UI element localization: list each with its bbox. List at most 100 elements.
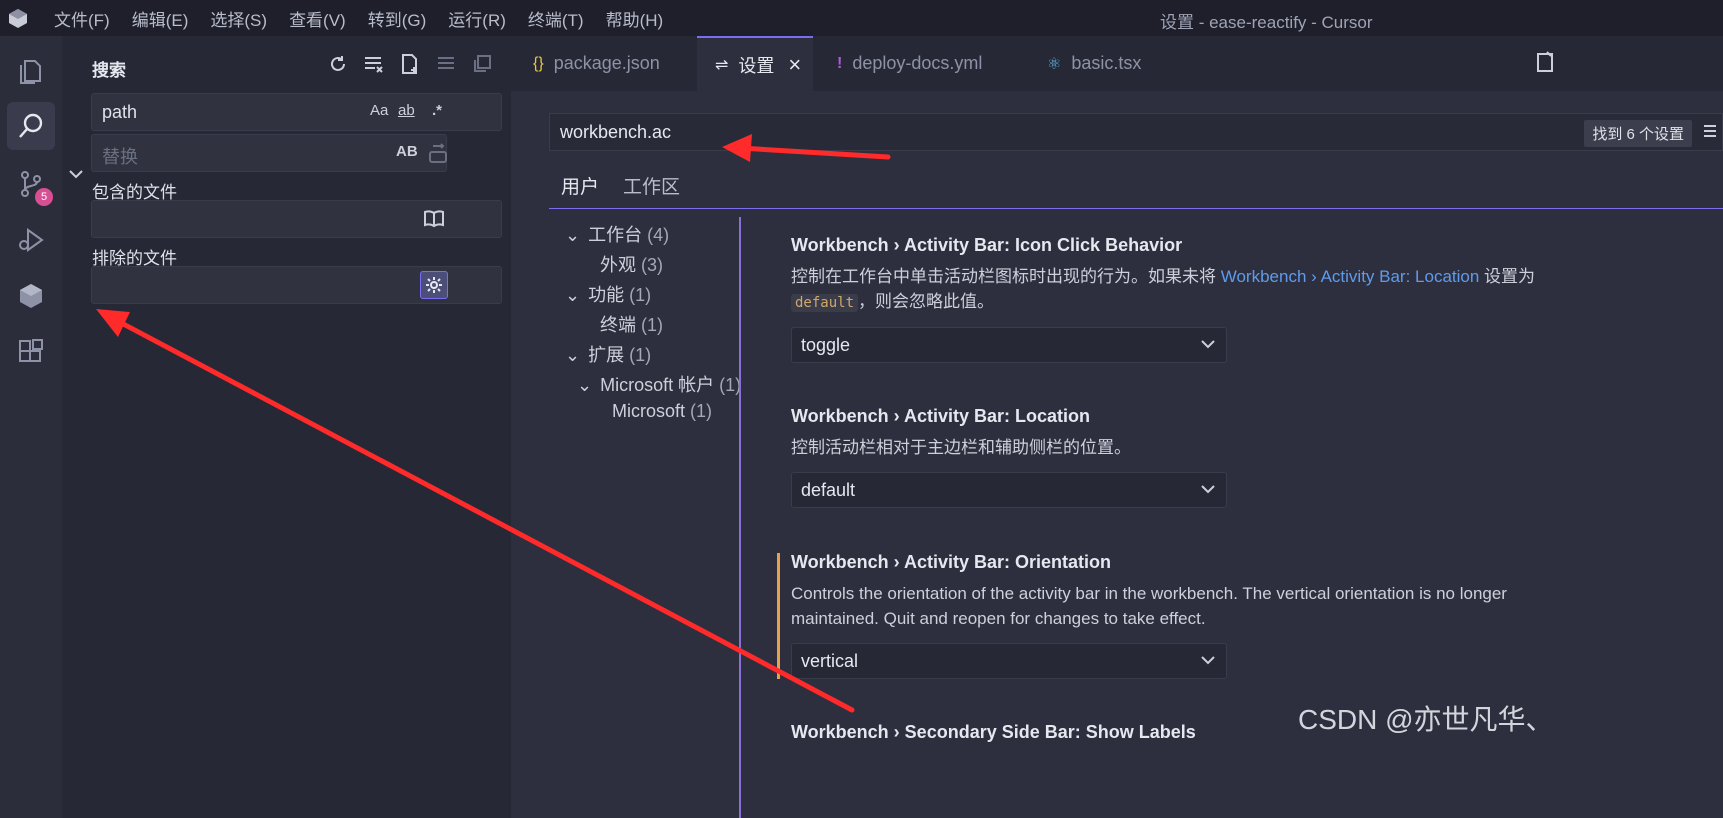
menu-view[interactable]: 查看(V): [289, 6, 346, 31]
use-regex-toggle[interactable]: .*: [432, 102, 442, 119]
menu-help[interactable]: 帮助(H): [606, 6, 664, 31]
tab-package-json[interactable]: {} package.json: [511, 36, 697, 91]
settings-sliders-icon: ⇌: [715, 56, 729, 74]
explorer-icon[interactable]: [7, 46, 55, 94]
menu-run[interactable]: 运行(R): [448, 6, 506, 31]
chevron-down-icon: [1200, 481, 1216, 502]
icon-click-behavior-select[interactable]: toggle: [791, 327, 1227, 363]
json-braces-icon: {}: [533, 54, 544, 72]
toc-count: (1): [641, 315, 664, 335]
tab-label: basic.tsx: [1071, 53, 1142, 73]
clear-results-icon[interactable]: [356, 50, 392, 78]
run-debug-icon[interactable]: [7, 216, 55, 264]
activity-bar-orientation-select[interactable]: vertical: [791, 643, 1227, 679]
menu-bar: 文件(F) 编辑(E) 选择(S) 查看(V) 转到(G) 运行(R) 终端(T…: [54, 6, 685, 31]
setting-icon-click-behavior: Workbench › Activity Bar: Icon Click Beh…: [791, 235, 1711, 316]
chevron-down-icon: [1200, 336, 1216, 357]
toc-count: (3): [641, 255, 664, 275]
csdn-watermark: CSDN @亦世凡华、: [1298, 704, 1554, 735]
toc-divider: [739, 217, 741, 818]
match-whole-word-toggle[interactable]: ab: [398, 102, 415, 119]
chevron-down-icon: [1200, 652, 1216, 673]
close-icon[interactable]: ×: [788, 52, 801, 78]
toc-count: (1): [629, 345, 652, 365]
code-value: default: [791, 294, 859, 312]
found-count-badge: 找到 6 个设置: [1584, 120, 1692, 147]
setting-link[interactable]: Workbench › Activity Bar: Location: [1221, 267, 1480, 286]
filter-list-icon[interactable]: [1702, 122, 1718, 145]
open-settings-json-icon[interactable]: [1531, 48, 1559, 76]
settings-scope-tabs: 用户 工作区: [549, 173, 1723, 209]
chevron-down-icon: ⌄: [565, 225, 581, 245]
react-atom-icon: ⚛: [1047, 55, 1062, 73]
chevron-down-icon: ⌄: [565, 345, 581, 365]
setting-description: Controls the orientation of the activity…: [791, 584, 1507, 628]
match-case-toggle[interactable]: Aa: [370, 102, 388, 119]
setting-title: Workbench › Activity Bar: Icon Click Beh…: [791, 235, 1183, 255]
toc-item-microsoft-account[interactable]: ⌄ Microsoft 帐户 (1): [577, 371, 741, 397]
replace-input[interactable]: 替换 AB: [91, 134, 447, 172]
desc-text: 设置为: [1479, 267, 1536, 286]
toc-label: 功能: [588, 285, 625, 305]
open-editors-book-icon[interactable]: [420, 205, 448, 233]
toc-item-terminal[interactable]: 终端 (1): [600, 311, 663, 337]
toc-label: 扩展: [588, 345, 625, 365]
chevron-down-icon: ⌄: [577, 375, 593, 395]
tab-user-scope[interactable]: 用户: [549, 173, 611, 209]
toc-label: 工作台: [588, 225, 643, 245]
toc-count: (4): [647, 225, 670, 245]
tab-label: 设置: [738, 55, 775, 76]
scm-badge: 5: [35, 188, 53, 206]
extensions-icon[interactable]: [7, 328, 55, 376]
select-value: default: [801, 480, 856, 500]
replace-all-icon[interactable]: [424, 140, 452, 168]
toc-count: (1): [629, 285, 652, 305]
menu-selection[interactable]: 选择(S): [210, 6, 267, 31]
use-exclude-settings-gear-icon[interactable]: [420, 271, 448, 299]
preserve-case-toggle[interactable]: AB: [396, 143, 418, 160]
toc-item-features[interactable]: ⌄ 功能 (1): [565, 281, 651, 307]
menu-edit[interactable]: 编辑(E): [132, 6, 189, 31]
toc-item-appearance[interactable]: 外观 (3): [600, 251, 663, 277]
toc-count: (1): [719, 375, 742, 395]
toc-label: Microsoft 帐户: [600, 375, 715, 395]
window-title: 设置 - ease-reactify - Cursor: [1160, 13, 1373, 32]
extension-box-icon[interactable]: [7, 272, 55, 320]
setting-title: Workbench › Activity Bar: Orientation: [791, 552, 1112, 572]
settings-search-input[interactable]: workbench.ac 找到 6 个设置: [549, 113, 1723, 151]
cursor-logo-icon: [4, 4, 32, 32]
setting-description: 控制活动栏相对于主边栏和辅助侧栏的位置。: [791, 438, 1131, 457]
menu-file[interactable]: 文件(F): [54, 6, 110, 31]
setting-activity-bar-orientation: Workbench › Activity Bar: Orientation Co…: [791, 552, 1581, 631]
select-value: toggle: [801, 335, 851, 355]
toggle-replace-chevron-icon[interactable]: [68, 166, 84, 187]
setting-secondary-side-bar-show-labels: Workbench › Secondary Side Bar: Show Lab…: [791, 722, 1711, 743]
activity-bar: 5: [0, 36, 62, 818]
tab-workspace-scope[interactable]: 工作区: [611, 173, 692, 209]
editor-tab-bar: {} package.json ⇌ 设置 × ! deploy-docs.yml…: [511, 36, 1723, 91]
search-sidebar: 搜索 path Aa ab .* 替换 AB 包含的文件 ··· 排除的文件: [62, 36, 511, 818]
tab-settings[interactable]: ⇌ 设置 ×: [697, 36, 813, 91]
tab-label: deploy-docs.yml: [852, 53, 983, 73]
collapse-all-icon[interactable]: [428, 50, 464, 78]
sidebar-actions: [320, 50, 500, 78]
new-search-editor-icon[interactable]: [392, 50, 428, 78]
chevron-down-icon: ⌄: [565, 285, 581, 305]
source-control-icon[interactable]: 5: [7, 160, 55, 208]
sidebar-title: 搜索: [92, 61, 126, 80]
toc-label: Microsoft: [612, 401, 686, 421]
view-as-tree-icon[interactable]: [464, 50, 500, 78]
menu-terminal[interactable]: 终端(T): [528, 6, 584, 31]
tab-deploy-docs-yml[interactable]: ! deploy-docs.yml: [813, 36, 1025, 91]
search-input[interactable]: path Aa ab .*: [91, 93, 502, 131]
toc-count: (1): [690, 401, 713, 421]
activity-bar-location-select[interactable]: default: [791, 472, 1227, 508]
toc-item-microsoft[interactable]: Microsoft (1): [612, 401, 712, 422]
toc-item-workbench[interactable]: ⌄ 工作台 (4): [565, 221, 669, 247]
tab-basic-tsx[interactable]: ⚛ basic.tsx: [1025, 36, 1175, 91]
toc-item-extensions[interactable]: ⌄ 扩展 (1): [565, 341, 651, 367]
refresh-icon[interactable]: [320, 50, 356, 78]
search-icon[interactable]: [7, 102, 55, 150]
tab-label: package.json: [553, 53, 660, 73]
menu-go[interactable]: 转到(G): [368, 6, 427, 31]
